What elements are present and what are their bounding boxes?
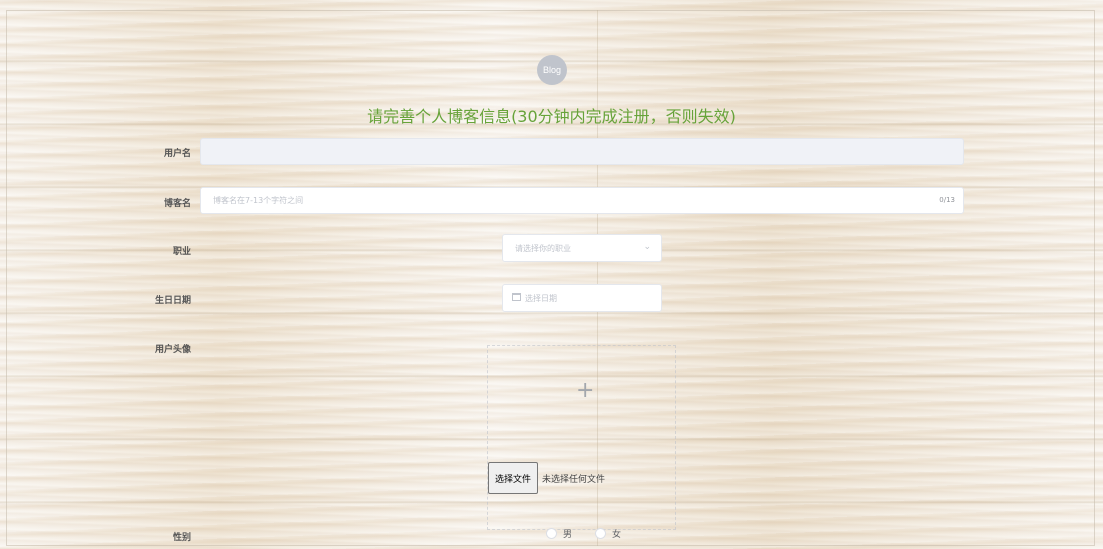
radio-circle[interactable] — [595, 528, 606, 539]
avatar-label: 用户头像 — [154, 345, 191, 355]
blog-logo: Blog — [537, 55, 567, 85]
blogname-label: 博客名 — [163, 199, 191, 209]
birthday-placeholder: 选择日期 — [525, 294, 557, 303]
gender-radio-male[interactable]: 男 — [546, 527, 572, 540]
choose-file-button[interactable]: 选择文件 — [488, 462, 538, 494]
file-status: 未选择任何文件 — [542, 475, 606, 485]
job-label: 职业 — [172, 247, 191, 257]
blogname-input[interactable]: 博客名在7-13个字符之间 0/13 — [200, 187, 964, 214]
gender-radio-female[interactable]: 女 — [595, 527, 621, 540]
gender-option-male: 男 — [563, 530, 573, 540]
gender-option-female: 女 — [612, 530, 622, 540]
username-input[interactable] — [200, 138, 964, 165]
calendar-icon — [512, 293, 521, 301]
avatar-uploader[interactable] — [487, 345, 676, 530]
page-title: 请完善个人博客信息(30分钟内完成注册，否则失效) — [367, 107, 736, 126]
job-placeholder: 请选择你的职业 — [515, 244, 571, 253]
job-select[interactable]: 请选择你的职业 ⌄ — [502, 234, 662, 262]
logo-text: Blog — [542, 65, 561, 75]
chevron-down-icon: ⌄ — [643, 242, 651, 252]
birthday-date-picker[interactable]: 选择日期 — [502, 284, 662, 312]
radio-circle[interactable] — [546, 528, 557, 539]
blogname-counter: 0/13 — [939, 196, 955, 204]
birthday-label: 生日日期 — [154, 296, 191, 306]
gender-label: 性别 — [172, 533, 191, 543]
plus-icon[interactable]: + — [576, 380, 594, 402]
blogname-placeholder: 博客名在7-13个字符之间 — [213, 196, 304, 205]
username-label: 用户名 — [163, 149, 191, 159]
